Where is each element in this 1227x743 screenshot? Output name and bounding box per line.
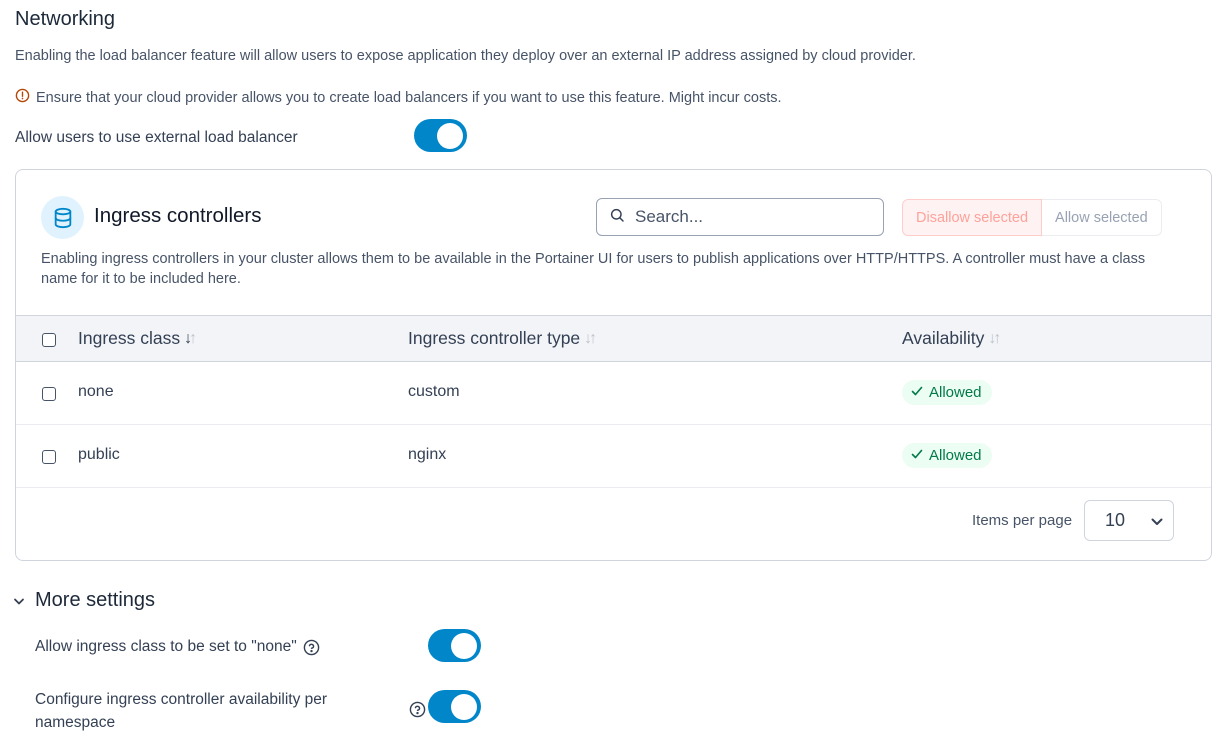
- badge-label: Allowed: [929, 447, 982, 464]
- disallow-selected-button[interactable]: Disallow selected: [902, 199, 1043, 236]
- ingress-class-cell: public: [78, 446, 120, 463]
- table-header: Ingress class ↓↑ Ingress controller type…: [16, 315, 1211, 362]
- items-per-page-label: Items per page: [972, 512, 1073, 529]
- ingress-description: Enabling ingress controllers in your clu…: [41, 251, 1146, 287]
- table-row: none custom Allowed: [16, 362, 1211, 425]
- load-balancer-toggle[interactable]: [414, 119, 467, 152]
- load-balancer-label: Allow users to use external load balance…: [15, 129, 298, 146]
- column-availability[interactable]: Availability ↓↑: [902, 328, 1001, 349]
- column-controller-type[interactable]: Ingress controller type ↓↑: [408, 328, 597, 349]
- sort-icon: ↓↑: [584, 329, 597, 347]
- help-icon[interactable]: [303, 639, 320, 656]
- ingress-controllers-title: Ingress controllers: [94, 204, 262, 227]
- per-namespace-label-line2: namespace: [35, 714, 116, 731]
- status-badge: Allowed: [902, 380, 992, 405]
- chevron-down-icon: [1151, 510, 1163, 531]
- sort-icon: ↓↑: [184, 329, 197, 347]
- search-input[interactable]: [633, 206, 867, 228]
- search-icon: [609, 207, 625, 228]
- controller-type-cell: custom: [408, 383, 460, 400]
- allow-none-toggle[interactable]: [428, 629, 481, 662]
- more-settings-toggle[interactable]: More settings: [13, 589, 155, 612]
- column-label: Availability: [902, 328, 985, 348]
- toggle-knob: [437, 122, 463, 149]
- row-checkbox[interactable]: [42, 450, 56, 464]
- warning-text: Ensure that your cloud provider allows y…: [36, 89, 782, 106]
- toggle-knob: [451, 693, 477, 720]
- check-icon: [911, 447, 923, 464]
- allow-none-label: Allow ingress class to be set to "none": [35, 638, 297, 655]
- ingress-controllers-card: Ingress controllers Disallow selected Al…: [15, 169, 1212, 561]
- per-namespace-label-line1: Configure ingress controller availabilit…: [35, 691, 328, 708]
- networking-description: Enabling the load balancer feature will …: [15, 48, 916, 64]
- badge-label: Allowed: [929, 384, 982, 401]
- chevron-down-icon: [13, 589, 25, 612]
- check-icon: [911, 384, 923, 401]
- items-per-page-value: 10: [1105, 510, 1126, 530]
- per-namespace-toggle[interactable]: [428, 690, 481, 723]
- per-namespace-setting: Configure ingress controller availabilit…: [35, 688, 327, 734]
- row-checkbox[interactable]: [42, 387, 56, 401]
- database-icon: [41, 196, 84, 239]
- search-box[interactable]: [596, 198, 884, 236]
- availability-button-group: Disallow selected Allow selected: [902, 199, 1162, 237]
- select-all-checkbox[interactable]: [42, 333, 56, 347]
- controller-type-cell: nginx: [408, 446, 447, 463]
- cost-warning: Ensure that your cloud provider allows y…: [15, 88, 782, 107]
- allow-none-setting: Allow ingress class to be set to "none": [35, 638, 320, 656]
- networking-title: Networking: [15, 8, 116, 30]
- sort-icon: ↓↑: [988, 329, 1001, 347]
- column-label: Ingress controller type: [408, 328, 581, 348]
- warning-icon: [15, 88, 30, 107]
- help-icon[interactable]: [409, 701, 426, 718]
- table-row: public nginx Allowed: [16, 425, 1211, 488]
- toggle-knob: [451, 632, 477, 659]
- ingress-class-cell: none: [78, 383, 114, 400]
- column-ingress-class[interactable]: Ingress class ↓↑: [78, 328, 197, 349]
- more-settings-title: More settings: [35, 589, 156, 611]
- allow-selected-button[interactable]: Allow selected: [1042, 199, 1162, 236]
- column-label: Ingress class: [78, 328, 181, 348]
- items-per-page-select[interactable]: 10: [1084, 500, 1174, 541]
- status-badge: Allowed: [902, 443, 992, 468]
